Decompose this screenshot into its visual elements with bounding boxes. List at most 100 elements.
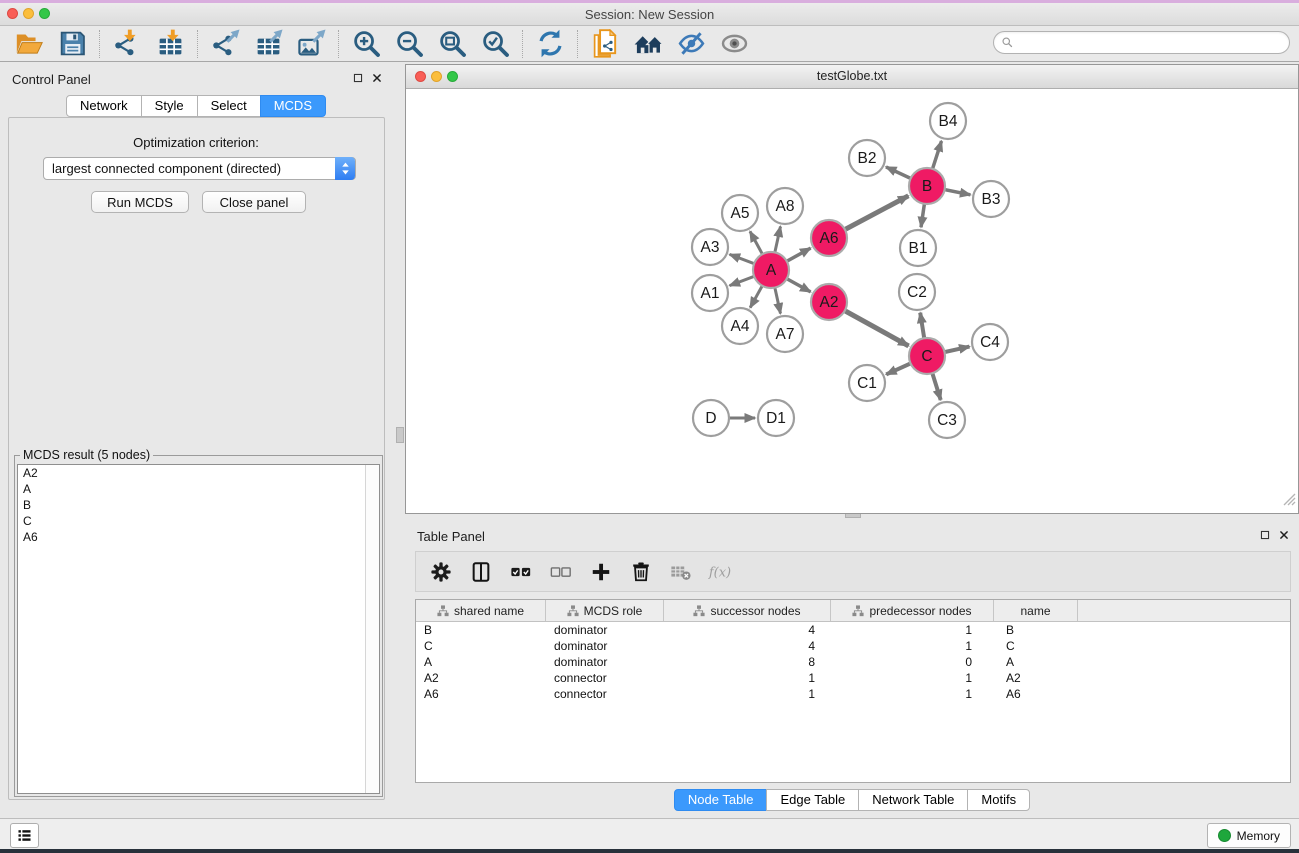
splitter-handle-vertical[interactable] xyxy=(396,427,404,443)
first-neighbors-icon[interactable] xyxy=(627,28,670,60)
table-cell[interactable]: 1 xyxy=(831,623,994,637)
close-table-panel-icon[interactable] xyxy=(1279,530,1289,540)
save-session-icon[interactable] xyxy=(51,28,94,60)
tab-network-table[interactable]: Network Table xyxy=(858,789,968,811)
float-panel-icon[interactable] xyxy=(353,73,363,83)
refresh-layout-icon[interactable] xyxy=(529,28,572,60)
memory-button[interactable]: Memory xyxy=(1207,823,1291,848)
graph-node-A[interactable]: A xyxy=(753,252,789,288)
hide-graphics-details-icon[interactable] xyxy=(670,28,713,60)
table-cell[interactable]: A2 xyxy=(416,671,546,685)
table-cell[interactable]: B xyxy=(416,623,546,637)
float-table-panel-icon[interactable] xyxy=(1260,530,1270,540)
table-cell[interactable]: C xyxy=(994,639,1078,653)
table-row[interactable]: Cdominator41C xyxy=(416,638,1290,654)
node-table[interactable]: shared nameMCDS rolesuccessor nodesprede… xyxy=(415,599,1291,783)
column-header-shared-name[interactable]: shared name xyxy=(416,600,546,621)
table-row[interactable]: A2connector11A2 xyxy=(416,670,1290,686)
table-cell[interactable]: 4 xyxy=(664,639,831,653)
tab-edge-table[interactable]: Edge Table xyxy=(766,789,859,811)
graph-node-B1[interactable]: B1 xyxy=(900,230,936,266)
column-header-successor-nodes[interactable]: successor nodes xyxy=(664,600,831,621)
deselect-all-icon[interactable] xyxy=(548,561,574,583)
table-cell[interactable]: dominator xyxy=(546,623,664,637)
table-cell[interactable]: A xyxy=(994,655,1078,669)
graph-node-A5[interactable]: A5 xyxy=(722,195,758,231)
graph-node-C1[interactable]: C1 xyxy=(849,365,885,401)
graph-node-A2[interactable]: A2 xyxy=(811,284,847,320)
table-cell[interactable]: A xyxy=(416,655,546,669)
search-box[interactable] xyxy=(993,31,1290,54)
delete-row-icon[interactable] xyxy=(628,561,654,583)
mcds-result-item[interactable]: A6 xyxy=(18,529,379,545)
table-cell[interactable]: B xyxy=(994,623,1078,637)
table-cell[interactable]: connector xyxy=(546,687,664,701)
mcds-result-list[interactable]: A2ABCA6 xyxy=(17,464,380,794)
search-input[interactable] xyxy=(1019,34,1289,51)
network-window-titlebar[interactable]: testGlobe.txt xyxy=(406,65,1298,89)
export-image-icon[interactable] xyxy=(290,28,333,60)
export-table-icon[interactable] xyxy=(247,28,290,60)
graph-node-A7[interactable]: A7 xyxy=(767,316,803,352)
table-cell[interactable]: connector xyxy=(546,671,664,685)
column-header-MCDS-role[interactable]: MCDS role xyxy=(546,600,664,621)
close-panel-button[interactable]: Close panel xyxy=(202,191,306,213)
column-header-predecessor-nodes[interactable]: predecessor nodes xyxy=(831,600,994,621)
import-table-icon[interactable] xyxy=(149,28,192,60)
table-cell[interactable]: 4 xyxy=(664,623,831,637)
mcds-result-item[interactable]: B xyxy=(18,497,379,513)
table-cell[interactable]: 1 xyxy=(831,671,994,685)
graph-node-D1[interactable]: D1 xyxy=(758,400,794,436)
graph-node-B4[interactable]: B4 xyxy=(930,103,966,139)
graph-node-B[interactable]: B xyxy=(909,168,945,204)
import-network-icon[interactable] xyxy=(106,28,149,60)
table-cell[interactable]: 8 xyxy=(664,655,831,669)
column-header-name[interactable]: name xyxy=(994,600,1078,621)
zoom-out-icon[interactable] xyxy=(388,28,431,60)
table-cell[interactable]: A2 xyxy=(994,671,1078,685)
resize-grip-icon[interactable] xyxy=(1282,492,1296,511)
table-cell[interactable]: 0 xyxy=(831,655,994,669)
table-cell[interactable]: dominator xyxy=(546,655,664,669)
table-cell[interactable]: dominator xyxy=(546,639,664,653)
graph-node-A1[interactable]: A1 xyxy=(692,275,728,311)
list-scrollbar[interactable] xyxy=(365,465,379,793)
panel-menu-button[interactable] xyxy=(10,823,39,848)
tab-node-table[interactable]: Node Table xyxy=(674,789,768,811)
open-file-icon[interactable] xyxy=(8,28,51,60)
graph-node-A3[interactable]: A3 xyxy=(692,229,728,265)
table-cell[interactable]: A6 xyxy=(416,687,546,701)
tab-select[interactable]: Select xyxy=(197,95,261,117)
table-cell[interactable]: A6 xyxy=(994,687,1078,701)
table-cell[interactable]: 1 xyxy=(831,687,994,701)
mcds-result-item[interactable]: A xyxy=(18,481,379,497)
network-canvas[interactable]: B4B2BB3A8A5A6B1A3AA1C2A2A4A7C4CC1C3DD1 xyxy=(406,89,1298,513)
main-titlebar[interactable]: Session: New Session xyxy=(0,3,1299,26)
tab-style[interactable]: Style xyxy=(141,95,198,117)
table-cell[interactable]: 1 xyxy=(664,671,831,685)
tab-mcds[interactable]: MCDS xyxy=(260,95,326,117)
add-row-icon[interactable] xyxy=(588,561,614,583)
graph-node-A8[interactable]: A8 xyxy=(767,188,803,224)
zoom-in-icon[interactable] xyxy=(345,28,388,60)
graph-node-C4[interactable]: C4 xyxy=(972,324,1008,360)
close-panel-icon[interactable] xyxy=(372,73,382,83)
table-cell[interactable]: 1 xyxy=(664,687,831,701)
tab-network[interactable]: Network xyxy=(66,95,142,117)
mcds-result-item[interactable]: A2 xyxy=(18,465,379,481)
graph-node-C2[interactable]: C2 xyxy=(899,274,935,310)
graph-node-B2[interactable]: B2 xyxy=(849,140,885,176)
table-settings-icon[interactable] xyxy=(428,561,454,583)
graph-node-C3[interactable]: C3 xyxy=(929,402,965,438)
table-row[interactable]: A6connector11A6 xyxy=(416,686,1290,702)
graph-node-A6[interactable]: A6 xyxy=(811,220,847,256)
zoom-fit-icon[interactable] xyxy=(431,28,474,60)
mcds-result-item[interactable]: C xyxy=(18,513,379,529)
show-graphics-details-icon[interactable] xyxy=(713,28,756,60)
show-columns-icon[interactable] xyxy=(468,561,494,583)
graph-node-C[interactable]: C xyxy=(909,338,945,374)
table-row[interactable]: Adominator80A xyxy=(416,654,1290,670)
table-cell[interactable]: 1 xyxy=(831,639,994,653)
graph-node-D[interactable]: D xyxy=(693,400,729,436)
new-network-from-selection-icon[interactable] xyxy=(584,28,627,60)
